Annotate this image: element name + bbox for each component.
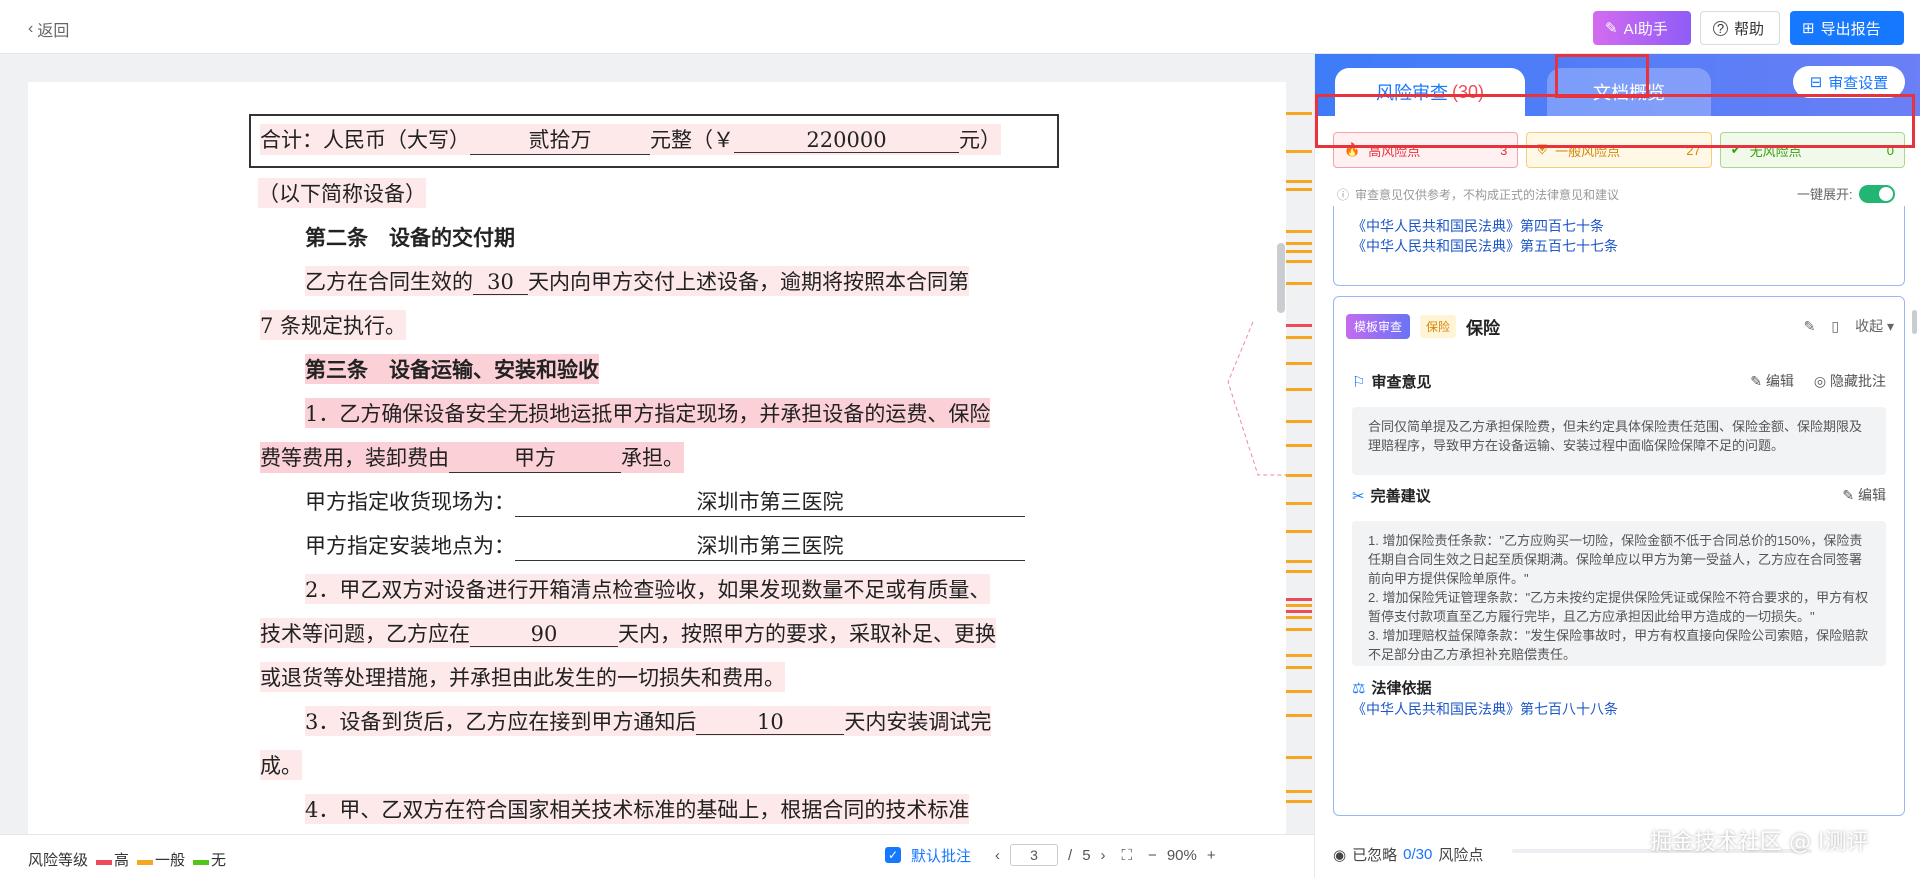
chevron-left-icon: ‹ xyxy=(28,20,34,37)
risk-legend: 风险等级 高 一般 无 xyxy=(28,849,226,870)
suggest-item-1: 1. 增加保险责任条款："乙方应购买一切险，保险金额不低于合同总价的150%，保… xyxy=(1368,533,1863,586)
bottom-toolbar: 风险等级 高 一般 无 ✓ 默认批注 ‹ 3 / 5 › ⛶ − 90% + xyxy=(0,834,1314,878)
opinion-edit-button[interactable]: ✎ 编辑 xyxy=(1750,371,1794,391)
law-link-main[interactable]: 《中华人民共和国民法典》第七百八十八条 xyxy=(1352,699,1618,719)
ignored-count: 0/30 xyxy=(1403,846,1433,863)
expand-all-toggle[interactable] xyxy=(1858,184,1895,203)
ignored-prefix: 已忽略 xyxy=(1352,847,1398,864)
suggest-edit-label: 编辑 xyxy=(1858,487,1886,503)
watermark: 掘金技术社区 @ I测评 xyxy=(1650,830,1869,855)
highlight-box-overview xyxy=(1555,54,1649,98)
back-button[interactable]: ‹ 返回 xyxy=(28,17,69,41)
opinion-text: 合同仅简单提及乙方承担保险费，但未约定具体保险责任范围、保险金额、保险期限及理赔… xyxy=(1352,407,1886,475)
previous-risk-card: 《中华人民共和国民法典》第四百七十条 《中华人民共和国民法典》第五百七十七条 xyxy=(1333,206,1905,286)
ai-assistant-label: AI助手 xyxy=(1623,20,1668,38)
help-label: 帮助 xyxy=(1734,20,1765,38)
suggest-section-title: ✂ 完善建议 xyxy=(1352,485,1431,506)
info-icon: ⓘ xyxy=(1337,188,1350,202)
back-label: 返回 xyxy=(37,23,70,40)
highlight-box-risk-row xyxy=(1315,94,1915,148)
document-icon[interactable]: ▯ xyxy=(1831,318,1839,335)
help-button[interactable]: ? 帮助 xyxy=(1700,11,1780,45)
suggest-box: 1. 增加保险责任条款："乙方应购买一切险，保险金额不低于合同总价的150%，保… xyxy=(1352,521,1886,666)
settings-doc-icon: ⊟ xyxy=(1809,74,1823,91)
disclaimer-text: 审查意见仅供参考，不构成正式的法律意见和建议 xyxy=(1355,188,1620,202)
review-settings-label: 审查设置 xyxy=(1828,74,1889,92)
page-controls: ✓ 默认批注 ‹ 3 / 5 › ⛶ − 90% + xyxy=(885,844,1216,866)
legend-none: 无 xyxy=(193,849,226,870)
eye-icon: ◉ xyxy=(1333,846,1347,864)
export-label: 导出报告 xyxy=(1820,20,1881,38)
risk-card-title: 保险 xyxy=(1466,318,1501,338)
legend-label: 风险等级 xyxy=(28,852,89,869)
hide-note-button[interactable]: ◎ 隐藏批注 xyxy=(1814,371,1886,391)
risk-card-header: 模板审查 保险 保险 ✎ ▯ 收起 ▾ xyxy=(1346,311,1894,341)
scale-icon: ⚖ xyxy=(1352,679,1366,697)
collapse-label: 收起 xyxy=(1855,318,1884,334)
default-note-label[interactable]: 默认批注 xyxy=(911,845,971,866)
zoom-level: 90% xyxy=(1166,846,1197,864)
top-bar: ‹ 返回 ✎ AI助手 ? 帮助 ⊞ 导出报告 xyxy=(0,0,1920,54)
opinion-section-title: ⚐ 审查意见 xyxy=(1352,371,1431,392)
page-input[interactable]: 3 xyxy=(1010,844,1059,866)
suggest-item-2: 2. 增加保险凭证管理条款："乙方未按约定提供保险凭证或保险不符合要求的，甲方有… xyxy=(1368,590,1869,624)
legend-mid-label: 一般 xyxy=(155,852,186,869)
legend-none-label: 无 xyxy=(211,852,227,869)
opinion-title: 审查意见 xyxy=(1371,374,1432,391)
page-total: 5 xyxy=(1082,846,1091,864)
suggest-title: 完善建议 xyxy=(1370,488,1431,505)
export-icon: ⊞ xyxy=(1802,20,1815,37)
default-note-checkbox[interactable]: ✓ xyxy=(885,847,901,863)
zoom-in-icon[interactable]: + xyxy=(1207,847,1216,864)
expand-all-label: 一键展开: xyxy=(1797,187,1853,202)
risk-marker-strip[interactable] xyxy=(1286,82,1316,834)
question-icon: ? xyxy=(1713,20,1728,36)
template-review-tag: 模板审查 xyxy=(1346,313,1411,339)
magic-wand-icon: ✎ xyxy=(1605,20,1618,37)
law-link-2[interactable]: 《中华人民共和国民法典》第五百七十七条 xyxy=(1352,236,1618,256)
legend-high: 高 xyxy=(96,849,129,870)
suggest-tools: ✎ 编辑 xyxy=(1842,485,1886,505)
suggest-item-3: 3. 增加理赔权益保障条款："发生保险事故时，甲方有权直接向保险公司索赔，保险赔… xyxy=(1368,628,1869,662)
document-viewer[interactable]: 合计：人民币（大写） 贰拾万 元整（￥ 220000 元） （以下简称设备） 第二条 设… xyxy=(28,82,1286,834)
fullscreen-icon[interactable]: ⛶ xyxy=(1122,847,1133,864)
card-tools: ✎ ▯ 收起 ▾ xyxy=(1804,316,1894,336)
opinion-tools: ✎ 编辑 ◎ 隐藏批注 xyxy=(1750,371,1886,391)
suggest-edit-button[interactable]: ✎ 编辑 xyxy=(1842,485,1886,505)
zoom-out-icon[interactable]: − xyxy=(1148,847,1157,864)
law-section-title: ⚖ 法律依据 xyxy=(1352,677,1431,698)
collapse-button[interactable]: 收起 ▾ xyxy=(1855,316,1894,336)
risk-review-panel: 风险审查 (30) 文档概览 ⊟ 审查设置 🔥 高风险点 3 ⛨ 一般风险点 27… xyxy=(1314,54,1920,878)
expand-all-control: 一键展开: xyxy=(1797,184,1895,203)
page-separator: / xyxy=(1068,846,1073,864)
ignored-risks[interactable]: ◉ 已忽略 0/30 风险点 xyxy=(1333,844,1483,865)
law-link-1[interactable]: 《中华人民共和国民法典》第四百七十条 xyxy=(1352,216,1618,236)
ignored-suffix: 风险点 xyxy=(1438,847,1484,864)
pencil-icon[interactable]: ✎ xyxy=(1804,318,1816,335)
legend-mid: 一般 xyxy=(137,849,185,870)
ai-assistant-button[interactable]: ✎ AI助手 xyxy=(1593,11,1691,45)
hide-note-label: 隐藏批注 xyxy=(1830,373,1886,389)
export-report-button[interactable]: ⊞ 导出报告 xyxy=(1790,11,1904,45)
disclaimer: ⓘ 审查意见仅供参考，不构成正式的法律意见和建议 xyxy=(1337,186,1619,203)
panel-scrollbar[interactable] xyxy=(1912,310,1917,334)
wrench-icon: ✂ xyxy=(1352,487,1365,505)
document-scrollbar[interactable] xyxy=(1277,243,1285,313)
next-page-icon[interactable]: › xyxy=(1101,847,1106,864)
opinion-edit-label: 编辑 xyxy=(1765,373,1794,389)
risk-type-tag: 保险 xyxy=(1420,314,1457,338)
prev-page-icon[interactable]: ‹ xyxy=(995,847,1000,864)
risk-card-insurance: 模板审查 保险 保险 ✎ ▯ 收起 ▾ ⚐ 审查意见 ✎ 编辑 ◎ 隐藏批注 合… xyxy=(1333,296,1905,816)
legend-high-label: 高 xyxy=(114,852,130,869)
annotation-connector xyxy=(1227,321,1286,476)
opinion-icon: ⚐ xyxy=(1352,373,1366,391)
law-title: 法律依据 xyxy=(1371,680,1432,697)
